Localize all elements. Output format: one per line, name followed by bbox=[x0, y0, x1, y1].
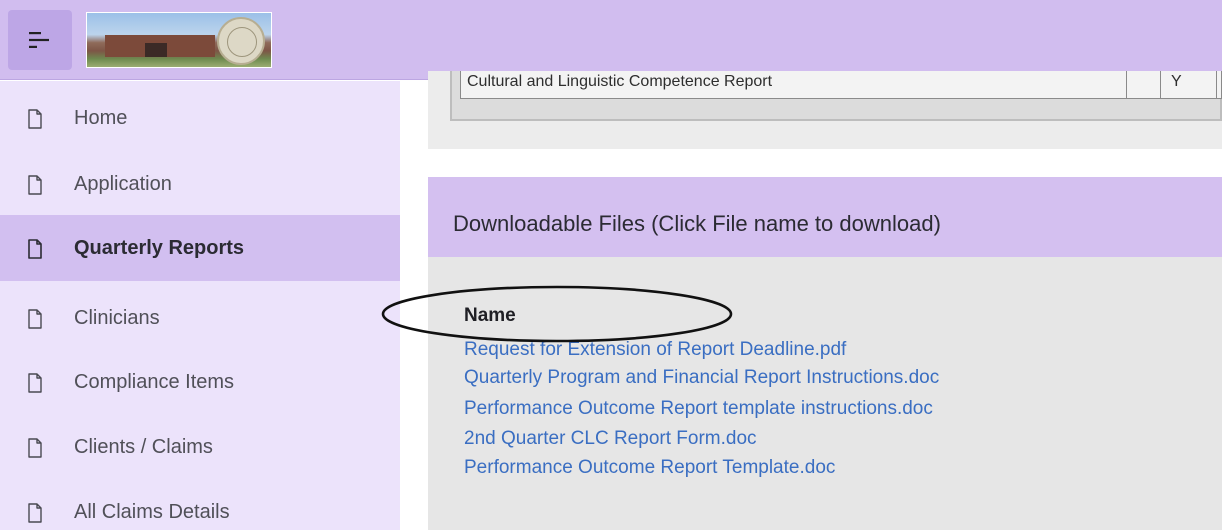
page-icon bbox=[28, 503, 42, 523]
page-icon bbox=[28, 373, 42, 393]
top-bar bbox=[0, 0, 1222, 80]
file-link[interactable]: Quarterly Program and Financial Report I… bbox=[464, 367, 939, 389]
hamburger-menu-icon bbox=[29, 32, 49, 48]
sidebar-item-label: Application bbox=[74, 172, 172, 195]
sidebar-nav: Home Application Quarterly Reports Clini… bbox=[0, 81, 400, 530]
page-icon bbox=[28, 438, 42, 458]
site-logo[interactable] bbox=[86, 12, 272, 68]
sidebar-item-home[interactable]: Home bbox=[0, 85, 400, 151]
file-link[interactable]: Performance Outcome Report template inst… bbox=[464, 398, 933, 420]
sidebar-item-label: Compliance Items bbox=[74, 370, 235, 393]
file-link[interactable]: 2nd Quarter CLC Report Form.doc bbox=[464, 428, 757, 450]
downloadable-files-header: Downloadable Files (Click File name to d… bbox=[428, 177, 1222, 257]
file-link[interactable]: Performance Outcome Report Template.doc bbox=[464, 457, 835, 479]
sidebar-item-compliance-items[interactable]: Compliance Items bbox=[0, 349, 400, 415]
reports-table-card: Cultural and Linguistic Competence Repor… bbox=[428, 71, 1222, 149]
page-icon bbox=[28, 239, 42, 259]
table-cell-empty bbox=[1127, 71, 1161, 98]
sidebar-item-clinicians[interactable]: Clinicians bbox=[0, 285, 400, 351]
page-icon bbox=[28, 309, 42, 329]
menu-toggle-button[interactable] bbox=[8, 10, 72, 70]
page-icon bbox=[28, 175, 42, 195]
name-column-header: Name bbox=[464, 305, 516, 326]
sidebar-item-all-claims-details[interactable]: All Claims Details bbox=[0, 479, 400, 530]
sidebar-item-clients-claims[interactable]: Clients / Claims bbox=[0, 414, 400, 480]
downloadable-files-card: Downloadable Files (Click File name to d… bbox=[428, 177, 1222, 530]
sidebar-item-label: All Claims Details bbox=[74, 500, 230, 523]
sidebar-item-application[interactable]: Application bbox=[0, 151, 400, 217]
page-icon bbox=[28, 109, 42, 129]
main-content: Cultural and Linguistic Competence Repor… bbox=[400, 71, 1222, 530]
table-cell-status: Y bbox=[1161, 71, 1217, 98]
table-cell-report-name: Cultural and Linguistic Competence Repor… bbox=[461, 71, 1127, 98]
downloadable-files-title: Downloadable Files (Click File name to d… bbox=[453, 211, 941, 236]
table-row[interactable]: Cultural and Linguistic Competence Repor… bbox=[460, 71, 1222, 99]
sidebar-item-label: Clients / Claims bbox=[74, 435, 213, 458]
file-link[interactable]: Request for Extension of Report Deadline… bbox=[464, 339, 846, 361]
sidebar-item-quarterly-reports[interactable]: Quarterly Reports bbox=[0, 215, 400, 281]
sidebar-item-label: Clinicians bbox=[74, 306, 160, 329]
sidebar-item-label: Quarterly Reports bbox=[74, 236, 245, 259]
sidebar-item-label: Home bbox=[74, 106, 128, 129]
